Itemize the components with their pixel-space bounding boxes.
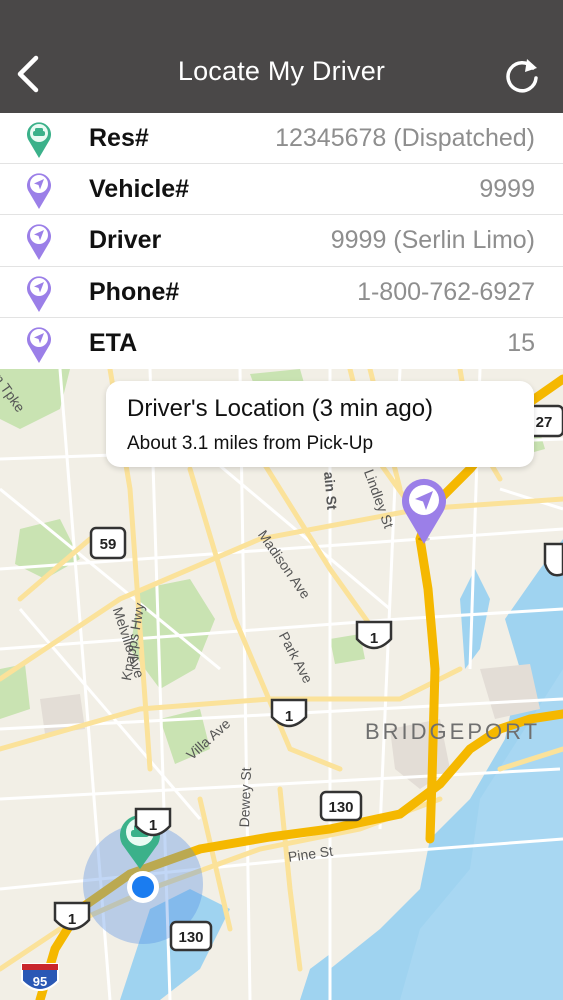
driver-value: 9999 (Serlin Limo) — [330, 226, 535, 255]
info-row-vehicle: Vehicle# 9999 — [0, 164, 563, 216]
info-label: Phone# — [89, 277, 180, 306]
svg-text:130: 130 — [328, 799, 353, 816]
info-row-driver: Driver 9999 (Serlin Limo) — [0, 215, 563, 267]
street-label: ain St — [321, 471, 341, 511]
eta-value: 15 — [507, 328, 535, 357]
route-shield-partial — [543, 542, 563, 577]
svg-text:95: 95 — [33, 974, 47, 989]
refresh-icon[interactable] — [503, 54, 541, 96]
svg-text:1: 1 — [68, 911, 76, 928]
info-row-phone: Phone# 1-800-762-6927 — [0, 267, 563, 318]
route-shield-us1: 1 — [53, 901, 91, 931]
route-shield-i95: 95 — [21, 963, 59, 991]
info-row-eta: ETA 15 — [0, 318, 563, 369]
location-arrow-pin-icon — [27, 224, 51, 261]
location-arrow-pin-icon — [27, 327, 51, 363]
callout-title: Driver's Location (3 min ago) — [127, 395, 434, 422]
info-label: Driver — [89, 226, 162, 255]
city-label: BRIDGEPORT — [365, 719, 541, 744]
route-shield-us1: 1 — [134, 807, 172, 837]
svg-text:1: 1 — [370, 630, 378, 647]
svg-text:1: 1 — [285, 708, 293, 725]
street-label: Dewey St — [236, 767, 255, 828]
location-arrow-pin-icon — [27, 275, 51, 312]
info-label: Vehicle# — [89, 175, 190, 204]
route-shield-us1: 1 — [270, 698, 308, 728]
driver-location-callout[interactable]: Driver's Location (3 min ago) About 3.1 … — [106, 381, 534, 467]
info-label: Res# — [89, 124, 149, 152]
callout-subtitle: About 3.1 miles from Pick-Up — [127, 433, 374, 454]
svg-text:27: 27 — [536, 414, 553, 431]
info-row-reservation: Res# 12345678 (Dispatched) — [0, 113, 563, 165]
svg-text:1: 1 — [149, 817, 157, 834]
car-pin-icon — [27, 122, 51, 158]
route-shield-us1: 1 — [355, 620, 393, 650]
location-arrow-pin-icon — [27, 173, 51, 210]
reservation-info-list: Res# 12345678 (Dispatched) Vehicle# 9999… — [0, 113, 563, 369]
info-label: ETA — [89, 328, 138, 357]
navigation-bar: Locate My Driver — [0, 0, 563, 113]
svg-text:130: 130 — [178, 929, 203, 946]
page-title: Locate My Driver — [177, 56, 386, 86]
vehicle-value: 9999 — [479, 175, 535, 204]
driver-location-pin[interactable] — [402, 478, 446, 544]
reservation-value: 12345678 (Dispatched) — [275, 124, 535, 152]
svg-text:59: 59 — [100, 536, 117, 553]
route-shield-27: 27 — [527, 404, 563, 438]
route-shield-130: 130 — [169, 920, 213, 952]
phone-value[interactable]: 1-800-762-6927 — [357, 278, 535, 307]
route-shield-130: 130 — [319, 790, 363, 822]
route-shield-59: 59 — [89, 526, 127, 560]
